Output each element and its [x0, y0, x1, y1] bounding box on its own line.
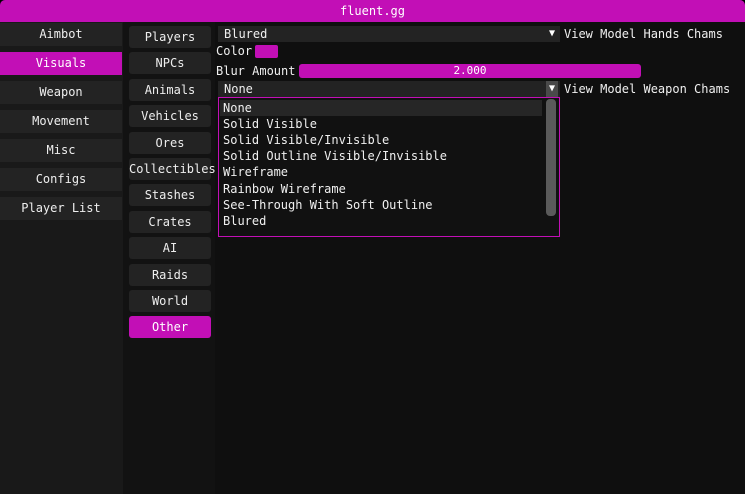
- tab-raids[interactable]: Raids: [129, 263, 211, 286]
- tab-label: Animals: [144, 82, 196, 97]
- color-swatch[interactable]: [255, 45, 278, 58]
- tab-stashes[interactable]: Stashes: [129, 184, 211, 207]
- blur-amount-slider[interactable]: 2.000: [299, 64, 641, 78]
- nav-item-aimbot[interactable]: Aimbot: [0, 23, 122, 46]
- tab-label: World: [151, 294, 189, 308]
- color-label: Color: [216, 44, 253, 58]
- hands-chams-select[interactable]: Blured ▼: [218, 26, 560, 42]
- nav-item-player-list[interactable]: Player List: [0, 197, 122, 220]
- nav-item-misc[interactable]: Misc: [0, 139, 122, 162]
- main-nav: Aimbot Visuals Weapon Movement Misc Configs Pl…: [0, 22, 123, 494]
- tab-label: Vehicles: [141, 109, 199, 124]
- dropdown-scrollbar[interactable]: [546, 99, 556, 216]
- dropdown-option[interactable]: Solid Visible: [220, 116, 542, 132]
- tab-ai[interactable]: AI: [129, 237, 211, 260]
- settings-panel: Blured ▼ View Model Hands Chams Color Bl…: [215, 22, 745, 494]
- title-bar: fluent.gg: [0, 0, 745, 22]
- tab-label: Raids: [151, 267, 189, 282]
- blur-amount-value: 2.000: [453, 64, 487, 77]
- tab-vehicles[interactable]: Vehicles: [129, 105, 211, 128]
- chevron-down-icon[interactable]: ▼: [546, 26, 558, 42]
- dropdown-option[interactable]: Rainbow Wireframe: [220, 181, 542, 197]
- hands-chams-value: Blured: [224, 27, 268, 41]
- tab-ores[interactable]: Ores: [129, 131, 211, 154]
- nav-item-label: Movement: [32, 114, 90, 128]
- tab-other[interactable]: Other: [129, 316, 211, 339]
- chevron-down-icon[interactable]: ▼: [546, 81, 558, 97]
- window-title: fluent.gg: [339, 4, 406, 18]
- dropdown-option[interactable]: See-Through With Soft Outline: [220, 197, 542, 213]
- tab-label: Other: [151, 320, 189, 335]
- tab-label: Stashes: [144, 188, 196, 203]
- tab-npcs[interactable]: NPCs: [129, 52, 211, 75]
- nav-item-label: Player List: [21, 201, 101, 215]
- nav-item-weapon[interactable]: Weapon: [0, 81, 122, 104]
- tab-label: Crates: [148, 214, 192, 229]
- nav-item-label: Aimbot: [39, 27, 83, 41]
- nav-item-label: Configs: [35, 172, 87, 186]
- weapon-chams-value: None: [224, 82, 253, 96]
- tab-players[interactable]: Players: [129, 26, 211, 48]
- weapon-chams-select[interactable]: None ▼: [218, 81, 560, 97]
- dropdown-option[interactable]: Blured: [220, 213, 542, 229]
- nav-item-visuals[interactable]: Visuals: [0, 52, 122, 75]
- weapon-chams-dropdown: Blured See-Through With Soft Outline Rainb…: [218, 97, 560, 237]
- tab-label: Collectibles: [129, 162, 216, 176]
- weapon-chams-label: View Model Weapon Chams: [564, 82, 731, 96]
- tab-collectibles[interactable]: Collectibles: [129, 158, 216, 180]
- tab-animals[interactable]: Animals: [129, 78, 211, 101]
- sub-nav: Players NPCs Animals Vehicles Ores Collectibl…: [123, 22, 216, 494]
- tab-crates[interactable]: Crates: [129, 210, 211, 233]
- dropdown-option[interactable]: Wireframe: [220, 164, 542, 180]
- menu-window: Aimbot Visuals Weapon Movement Misc Configs Pl…: [0, 22, 745, 494]
- tab-label: AI: [162, 241, 178, 256]
- hands-chams-label: View Model Hands Chams: [564, 27, 723, 41]
- nav-item-label: Misc: [46, 143, 76, 157]
- dropdown-option[interactable]: Solid Visible/Invisible: [220, 132, 542, 148]
- tab-label: Ores: [155, 135, 185, 150]
- dropdown-option[interactable]: None: [220, 100, 542, 116]
- tab-label: NPCs: [155, 56, 185, 71]
- tab-world[interactable]: World: [129, 290, 211, 312]
- nav-item-configs[interactable]: Configs: [0, 168, 122, 191]
- nav-item-movement[interactable]: Movement: [0, 110, 122, 133]
- blur-amount-label: Blur Amount: [216, 64, 296, 78]
- nav-item-label: Weapon: [39, 85, 83, 99]
- dropdown-option[interactable]: Solid Outline Visible/Invisible: [220, 148, 542, 164]
- nav-item-label: Visuals: [35, 56, 87, 70]
- tab-label: Players: [144, 30, 196, 44]
